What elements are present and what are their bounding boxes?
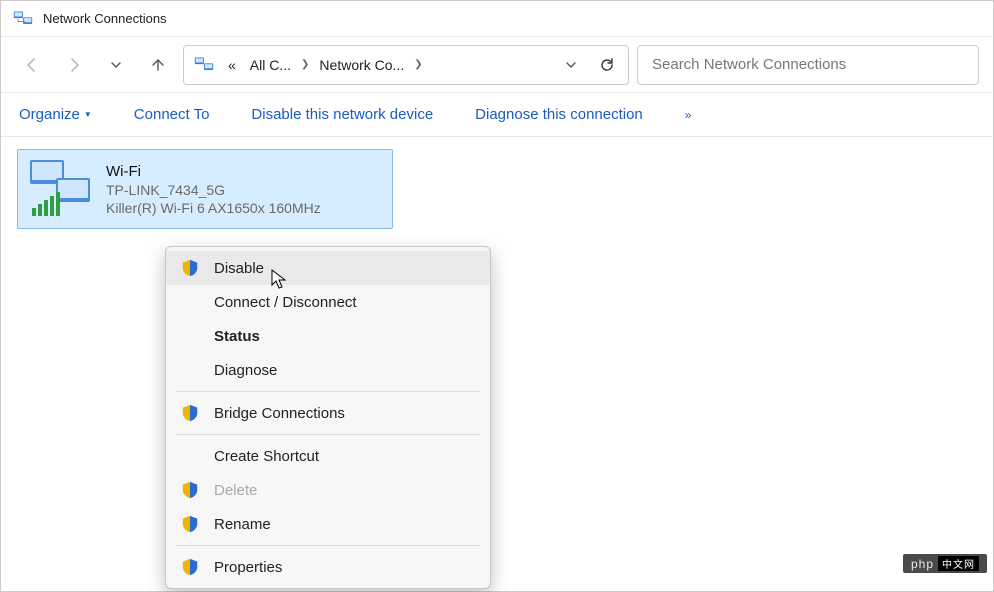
up-button[interactable] xyxy=(141,48,175,82)
ctx-delete: Delete xyxy=(166,473,490,507)
window-title: Network Connections xyxy=(43,11,167,26)
separator xyxy=(176,434,480,435)
ctx-create-shortcut[interactable]: Create Shortcut xyxy=(166,439,490,473)
disable-device-button[interactable]: Disable this network device xyxy=(251,106,433,123)
shield-icon xyxy=(180,557,200,577)
breadcrumb-prefix[interactable]: « xyxy=(222,53,242,77)
context-menu: Disable Connect / Disconnect Status Diag… xyxy=(165,246,491,589)
search-input[interactable] xyxy=(652,56,964,73)
chevron-right-icon[interactable]: ❯ xyxy=(299,59,311,70)
watermark-badge: php中文网 xyxy=(903,554,987,573)
recent-locations-button[interactable] xyxy=(99,48,133,82)
command-bar: Organize▼ Connect To Disable this networ… xyxy=(1,93,993,137)
shield-icon xyxy=(180,514,200,534)
separator xyxy=(176,391,480,392)
title-bar: Network Connections xyxy=(1,1,993,37)
organize-menu[interactable]: Organize▼ xyxy=(19,106,92,123)
connect-to-button[interactable]: Connect To xyxy=(134,106,210,123)
connection-adapter: Killer(R) Wi-Fi 6 AX1650x 160MHz xyxy=(106,200,321,216)
ctx-connect-disconnect[interactable]: Connect / Disconnect xyxy=(166,285,490,319)
shield-icon xyxy=(180,258,200,278)
connection-tile-wifi[interactable]: Wi-Fi TP-LINK_7434_5G Killer(R) Wi-Fi 6 … xyxy=(17,149,393,229)
shield-icon xyxy=(180,480,200,500)
ctx-properties[interactable]: Properties xyxy=(166,550,490,584)
address-dropdown-button[interactable] xyxy=(554,48,588,82)
separator xyxy=(176,545,480,546)
connection-ssid: TP-LINK_7434_5G xyxy=(106,182,321,198)
network-connections-icon xyxy=(13,9,33,29)
address-bar-icon xyxy=(192,53,216,77)
ctx-disable[interactable]: Disable xyxy=(166,251,490,285)
back-button[interactable] xyxy=(15,48,49,82)
breadcrumb-seg-2[interactable]: Network Co... xyxy=(313,53,410,77)
nav-bar: « All C... ❯ Network Co... ❯ xyxy=(1,37,993,93)
shield-icon xyxy=(180,403,200,423)
address-bar[interactable]: « All C... ❯ Network Co... ❯ xyxy=(183,45,629,85)
refresh-button[interactable] xyxy=(590,48,624,82)
chevron-right-icon[interactable]: ❯ xyxy=(412,59,424,70)
content-area: Wi-Fi TP-LINK_7434_5G Killer(R) Wi-Fi 6 … xyxy=(1,137,993,591)
ctx-diagnose[interactable]: Diagnose xyxy=(166,353,490,387)
breadcrumb-seg-1[interactable]: All C... xyxy=(244,53,297,77)
connection-name: Wi-Fi xyxy=(106,163,321,180)
search-box[interactable] xyxy=(637,45,979,85)
chevron-down-icon: ▼ xyxy=(84,110,92,119)
diagnose-connection-button[interactable]: Diagnose this connection xyxy=(475,106,643,123)
overflow-button[interactable]: » xyxy=(685,108,694,122)
forward-button[interactable] xyxy=(57,48,91,82)
ctx-bridge-connections[interactable]: Bridge Connections xyxy=(166,396,490,430)
network-adapter-icon xyxy=(26,156,96,220)
ctx-rename[interactable]: Rename xyxy=(166,507,490,541)
ctx-status[interactable]: Status xyxy=(166,319,490,353)
